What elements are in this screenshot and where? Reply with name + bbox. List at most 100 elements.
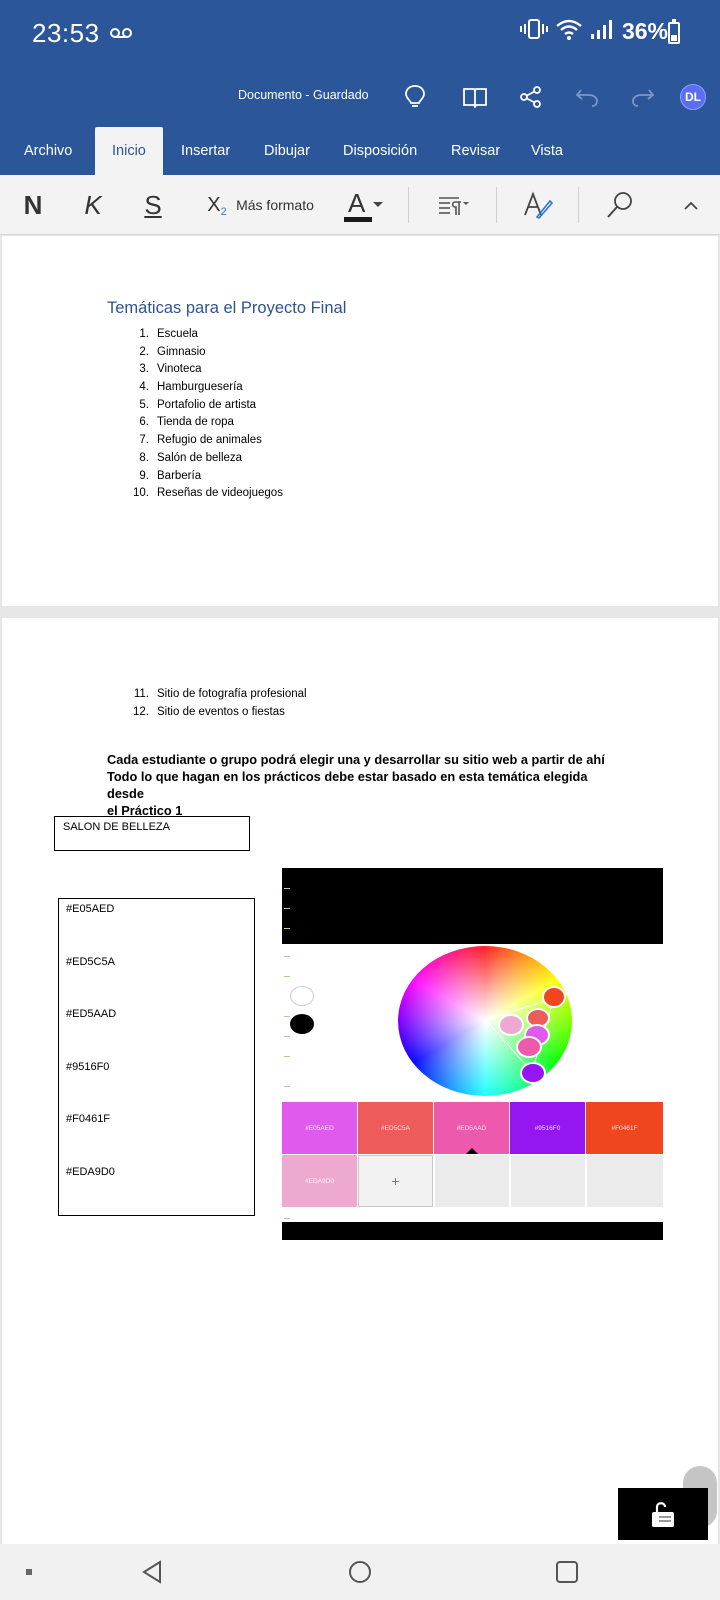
tab-dibujar[interactable]: Dibujar [264,127,310,175]
chevron-up-icon [684,201,698,210]
app-header: 23:53 36% Documento - Guardado DL Archiv… [0,0,720,175]
signal-icon [590,18,614,45]
font-color-letter: A [348,188,366,218]
color-code: #ED5AAD [66,1008,117,1021]
document-title[interactable]: Documento - Guardado [238,88,369,102]
back-icon [142,1560,161,1584]
ruler-tick [284,976,290,977]
color-handle[interactable] [520,1062,546,1084]
ribbon-toolbar: N K S X2 Más formato A [0,175,720,235]
list-item: 4. Hamburguesería [139,381,243,394]
topics-list: 1. Escuela 2. Gimnasio 3. Vinoteca 4. Hambur… [127,328,283,505]
ruler-tick [284,1086,290,1087]
styles-button[interactable] [518,185,558,225]
list-item: 6. Tienda de ropa [139,416,234,429]
list-item: 10. Reseñas de videojuegos [133,487,283,500]
color-codes-box[interactable]: #E05AED #ED5C5A #ED5AAD #9516F0 #F0461F … [58,898,255,1216]
palette-swatch[interactable]: #E05AED [282,1102,357,1154]
avatar[interactable]: DL [680,84,706,110]
font-color-button[interactable]: A [342,185,386,225]
tab-revisar[interactable]: Revisar [451,127,500,175]
subscript-index: 2 [220,206,227,218]
italic-button[interactable]: K [78,185,108,225]
recents-icon [556,1561,578,1583]
list-item: 11. Sitio de fotografía profesional [133,688,307,700]
tab-archivo[interactable]: Archivo [24,127,72,175]
color-code: #EDA9D0 [66,1165,115,1178]
ribbon-divider [496,187,497,223]
list-item: 1. Escuela [139,328,198,340]
chosen-topic-box[interactable]: SALON DE BELLEZA [54,816,250,851]
status-time: 23:53 [32,18,100,48]
status-bar: 23:53 36% [0,0,720,68]
subscript-button[interactable]: X2 [204,185,230,225]
edit-lock-button[interactable] [618,1488,708,1540]
redo-icon[interactable] [628,82,658,112]
list-item: 8. Salón de belleza [139,451,243,464]
paragraph-icon [439,197,469,215]
paragraph-line: Cada estudiante o grupo podrá elegir una… [107,752,605,767]
tab-disposicion[interactable]: Disposición [343,127,417,175]
book-icon[interactable] [460,82,490,112]
ruler-tick [284,1016,290,1017]
palette-swatch[interactable]: #EDA9D0 [282,1155,357,1207]
paragraph-format-button[interactable] [430,185,476,225]
add-swatch-button[interactable]: + [358,1155,433,1207]
tab-inicio[interactable]: Inicio [95,127,163,175]
more-format-button[interactable]: Más formato [234,185,316,225]
white-brightness-dot[interactable] [290,986,314,1006]
color-code: #ED5C5A [66,955,115,968]
subscript-letter: X [207,193,221,216]
undo-icon[interactable] [572,82,602,112]
list-item: 5. Portafolio de artista [139,398,257,411]
black-brightness-dot[interactable] [290,1014,314,1034]
back-button[interactable] [136,1556,168,1588]
document-page-2[interactable]: 11. Sitio de fotografía profesional 12. Si… [2,618,718,1544]
wifi-icon [556,18,582,45]
tab-vista[interactable]: Vista [531,127,563,175]
palette-swatch[interactable]: #ED5C5A [358,1102,433,1154]
collapse-ribbon-button[interactable] [676,185,706,225]
chevron-down-icon [373,202,383,207]
color-code: #9516F0 [66,1060,110,1073]
battery-icon [668,19,680,44]
ruler-tick [284,888,290,889]
share-icon[interactable] [516,82,546,112]
underline-button[interactable]: S [138,185,168,225]
color-picker-image[interactable]: #E05AED #ED5C5A #ED5AAD #9516F0 #F0461F … [282,868,663,1240]
empty-swatch [510,1155,585,1207]
text-style-icon [524,191,553,219]
bold-button[interactable]: N [18,185,48,225]
tab-insertar[interactable]: Insertar [181,127,230,175]
list-item: 7. Refugio de animales [139,434,262,447]
status-icons: 36% [519,18,668,45]
color-handle[interactable] [498,1014,524,1036]
home-button[interactable] [344,1556,376,1588]
recents-button[interactable] [551,1556,583,1588]
palette-swatch[interactable]: #9516F0 [510,1102,585,1154]
ruler-tick [284,908,290,909]
nav-indicator [26,1569,32,1575]
home-icon [349,1561,371,1583]
list-item: 2. Gimnasio [139,345,206,358]
palette-swatch[interactable]: #ED5AAD [434,1102,509,1154]
search-button[interactable] [600,185,640,225]
title-bar: Documento - Guardado DL [0,74,720,118]
system-nav-bar [0,1544,720,1600]
ruler-tick [284,1036,290,1037]
topics-list-continued: 11. Sitio de fotografía profesional 12. Si… [127,688,307,724]
list-item: 3. Vinoteca [139,363,202,376]
voicemail-icon [110,26,132,44]
color-handle[interactable] [542,986,566,1008]
document-heading: Temáticas para el Proyecto Final [107,299,347,317]
color-handle[interactable] [516,1036,542,1058]
ruler-tick [284,1218,290,1219]
ribbon-tabs: Archivo Inicio Insertar Dibujar Disposic… [0,127,720,175]
palette-swatch[interactable]: #F0461F [586,1102,663,1154]
ruler-tick [284,1056,290,1057]
battery-percent: 36% [621,18,668,44]
empty-swatch [434,1155,509,1207]
color-code: #F0461F [66,1113,111,1126]
document-page-1[interactable]: Temáticas para el Proyecto Final 1. Escue… [2,236,718,606]
lightbulb-icon[interactable] [400,82,430,112]
